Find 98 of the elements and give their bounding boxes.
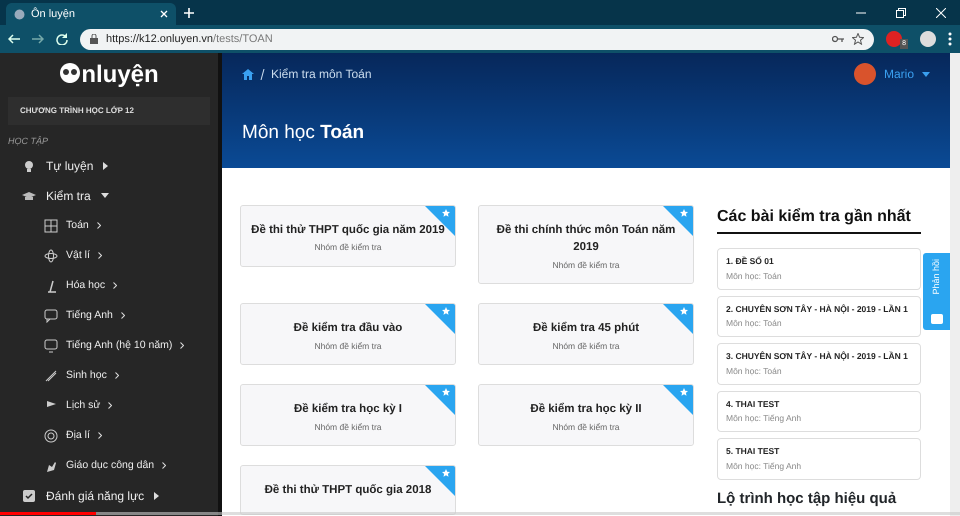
test-group-card[interactable]: Đề thi chính thức môn Toán năm 2019 Nhóm đề kiểm tra xyxy=(478,205,694,284)
star-icon[interactable] xyxy=(852,33,864,45)
home-icon[interactable] xyxy=(242,68,254,80)
sidebar-item[interactable]: Kiểm tra xyxy=(46,186,91,204)
user-avatar xyxy=(854,63,876,85)
card-title: Đề kiểm tra học kỳ II xyxy=(529,402,643,418)
reload-icon[interactable] xyxy=(56,33,68,45)
card-title: Đề kiểm tra học kỳ I xyxy=(292,402,404,418)
test-group-card[interactable]: Đề kiểm tra học kỳ I Nhóm đề kiểm tra xyxy=(240,384,456,446)
menu-icon[interactable] xyxy=(948,32,952,46)
sidebar-subitem[interactable]: Hóa học xyxy=(66,278,106,294)
bulb-icon xyxy=(22,158,36,172)
test-subject: Môn học: Toán xyxy=(726,270,783,282)
avatar-icon[interactable] xyxy=(920,31,936,47)
scrollbar[interactable] xyxy=(950,53,960,516)
calculator-icon xyxy=(44,218,58,232)
chevron-right-icon xyxy=(162,462,166,469)
sidebar-subitem[interactable]: Lịch sử xyxy=(66,398,100,414)
video-progress-track[interactable] xyxy=(0,512,960,515)
sidebar-subitem[interactable]: Tiếng Anh xyxy=(66,308,113,324)
recent-test-item[interactable]: 4. THAI TEST Môn học: Tiếng Anh xyxy=(717,390,921,432)
test-group-card[interactable]: Đề kiểm tra đầu vào Nhóm đề kiểm tra xyxy=(240,303,456,366)
test-title: 1. ĐỀ SỐ 01 xyxy=(726,255,775,268)
breadcrumb-separator xyxy=(260,68,265,80)
chevron-right-icon xyxy=(98,432,102,439)
section-heading: Các bài kiểm tra gần nhất xyxy=(717,205,921,234)
test-title: 2. CHUYÊN SƠN TÂY - HÀ NỘI - 2019 - LẦN 1 xyxy=(726,302,909,316)
section-label: HỌC TẬP xyxy=(7,135,50,148)
chevron-right-icon xyxy=(180,342,184,349)
chevron-right-icon xyxy=(96,222,101,229)
sidebar-item[interactable]: Đánh giá năng lực xyxy=(46,486,144,504)
back-icon[interactable] xyxy=(8,34,20,44)
test-group-card[interactable]: Đề kiểm tra 45 phút Nhóm đề kiểm tra xyxy=(478,303,694,366)
card-subtitle: Nhóm đề kiểm tra xyxy=(551,258,621,272)
globe-icon xyxy=(44,428,58,442)
star-ribbon-icon xyxy=(425,385,455,416)
lock-icon xyxy=(90,34,98,44)
section-heading: Lộ trình học tập hiệu quả xyxy=(717,488,898,508)
breadcrumb-item: Kiểm tra môn Toán xyxy=(271,66,372,83)
test-title: 5. THAI TEST xyxy=(726,445,780,458)
test-group-card[interactable]: Đề kiểm tra học kỳ II Nhóm đề kiểm tra xyxy=(478,384,694,446)
test-subject: Môn học: Toán xyxy=(726,364,783,378)
checkbox-icon xyxy=(22,488,36,502)
test-subject: Môn học: Toán xyxy=(726,317,783,330)
sidebar-item[interactable]: Tự luyện xyxy=(46,156,94,174)
card-title: Đề thi chính thức môn Toán năm 2019 xyxy=(496,223,676,256)
address-bar[interactable]: https://k12.onluyen.vn/tests/TOAN xyxy=(80,28,874,50)
recent-test-item[interactable]: 3. CHUYÊN SƠN TÂY - HÀ NỘI - 2019 - LẦN 1 Môn học: Toán xyxy=(717,343,921,384)
sidebar-subitem[interactable]: Sinh học xyxy=(66,368,107,384)
logo[interactable]: nluyện xyxy=(0,53,218,95)
test-subject: Môn học: Tiếng Anh xyxy=(726,460,802,472)
card-subtitle: Nhóm đề kiểm tra xyxy=(313,241,383,254)
test-title: 3. CHUYÊN SƠN TÂY - HÀ NỘI - 2019 - LẦN 1 xyxy=(726,350,909,363)
sidebar-subitem[interactable]: Toán xyxy=(66,218,89,234)
sidebar-subitem[interactable]: Giáo dục công dân xyxy=(66,458,154,474)
test-group-card[interactable]: Đề thi thử THPT quốc gia 2018 xyxy=(240,465,456,514)
sidebar-subitem[interactable]: Vật lí xyxy=(66,248,90,264)
new-tab-icon[interactable] xyxy=(184,8,194,18)
test-subject: Môn học: Tiếng Anh xyxy=(726,412,802,425)
recent-test-item[interactable]: 1. ĐỀ SỐ 01 Môn học: Toán xyxy=(717,248,921,290)
chevron-right-icon xyxy=(108,402,112,409)
program-label[interactable]: CHƯƠNG TRÌNH HỌC LỚP 12 xyxy=(8,97,210,125)
test-group-card[interactable]: Đề thi thử THPT quốc gia năm 2019 Nhóm đề kiểm tra xyxy=(240,205,456,267)
test-title: 4. THAI TEST xyxy=(726,398,780,410)
restore-icon[interactable] xyxy=(896,8,906,18)
forward-icon[interactable] xyxy=(32,34,44,44)
star-ribbon-icon xyxy=(663,385,693,416)
chevron-right-icon xyxy=(113,282,118,289)
recent-test-item[interactable]: 2. CHUYÊN SƠN TÂY - HÀ NỘI - 2019 - LẦN 1 Môn học: Toán xyxy=(717,296,921,337)
card-title: Đề thi thử THPT quốc gia năm 2019 xyxy=(250,223,446,238)
minimize-icon[interactable] xyxy=(856,12,866,14)
close-icon[interactable] xyxy=(936,8,946,18)
speech-bubble-icon xyxy=(44,308,58,322)
url-text: https://k12.onluyen.vn/tests/TOAN xyxy=(106,32,273,47)
card-subtitle: Nhóm đề kiểm tra xyxy=(551,340,621,352)
star-ribbon-icon xyxy=(425,304,455,334)
chevron-right-icon xyxy=(98,252,102,259)
chevron-right-icon xyxy=(120,312,125,319)
card-title: Đề thi thử THPT quốc gia 2018 xyxy=(264,483,432,498)
card-subtitle: Nhóm đề kiểm tra xyxy=(313,340,383,352)
card-title: Đề kiểm tra đầu vào xyxy=(292,320,404,336)
tab-title: Ôn luyện xyxy=(31,6,76,22)
sidebar-subitem[interactable]: Địa lí xyxy=(66,428,90,444)
close-tab-icon[interactable] xyxy=(160,10,168,18)
sidebar-subitem[interactable]: Tiếng Anh (hệ 10 năm) xyxy=(66,338,172,354)
card-subtitle: Nhóm đề kiểm tra xyxy=(551,420,621,434)
card-title: Đề kiểm tra 45 phút xyxy=(532,320,640,336)
browser-tab[interactable]: Ôn luyện xyxy=(6,3,176,25)
caret-down-icon xyxy=(922,72,930,76)
key-icon[interactable] xyxy=(832,35,844,43)
chevron-right-icon xyxy=(114,372,119,379)
atom-icon xyxy=(44,248,58,262)
recent-test-item[interactable]: 5. THAI TEST Môn học: Tiếng Anh xyxy=(717,438,921,480)
star-ribbon-icon xyxy=(663,304,693,334)
card-subtitle: Nhóm đề kiểm tra xyxy=(313,420,383,434)
page-title: Môn học Toán xyxy=(242,121,366,145)
monitor-icon xyxy=(44,338,58,352)
user-menu[interactable]: Mario xyxy=(884,65,914,83)
